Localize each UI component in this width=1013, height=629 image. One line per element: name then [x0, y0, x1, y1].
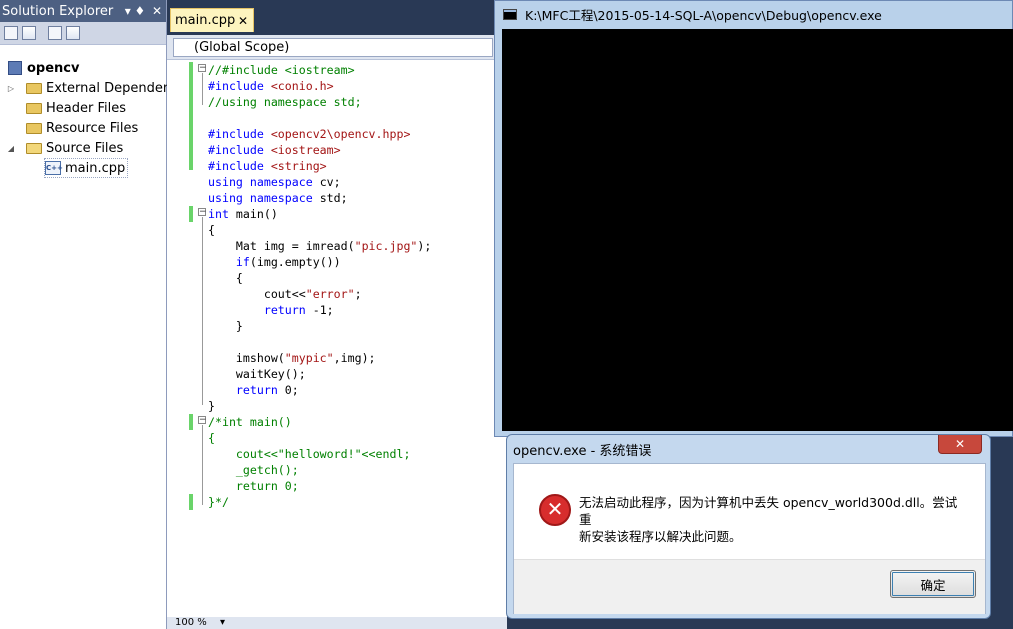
- close-tab-icon[interactable]: ✕: [238, 14, 248, 28]
- tree-item-label: main.cpp: [65, 160, 126, 176]
- code-line: #include <opencv2\opencv.hpp>: [208, 127, 411, 141]
- fold-line: [202, 425, 203, 505]
- tab-label: main.cpp: [175, 13, 236, 28]
- tree-item-label: Resource Files: [46, 120, 139, 136]
- properties-icon[interactable]: [4, 26, 18, 40]
- collapse-arrow-icon[interactable]: ◢: [6, 144, 16, 153]
- tree-item-solution[interactable]: opencv: [8, 58, 80, 78]
- pin-icon[interactable]: ▾ ♦: [122, 4, 148, 18]
- console-output[interactable]: [502, 29, 1013, 431]
- code-line: }: [208, 319, 243, 333]
- tree-item-main-cpp[interactable]: C++ main.cpp: [44, 158, 129, 178]
- code-line: {: [208, 271, 243, 285]
- tree-item-label: Source Files: [46, 140, 124, 156]
- class-diagram-icon[interactable]: [66, 26, 80, 40]
- solution-explorer-toolbar: [0, 22, 166, 45]
- folder-icon: [26, 122, 42, 134]
- zoom-level: 100 %: [175, 617, 207, 628]
- code-line: #include <string>: [208, 159, 327, 173]
- tree-item-header-files[interactable]: Header Files: [26, 98, 126, 118]
- change-bar: [189, 206, 193, 222]
- cpp-file-icon: C++: [45, 161, 63, 175]
- close-icon[interactable]: ✕: [150, 4, 164, 18]
- change-bar: [189, 494, 193, 510]
- dialog-footer: 确定: [514, 559, 985, 614]
- change-bar: [189, 62, 193, 170]
- tree-item-resource-files[interactable]: Resource Files: [26, 118, 138, 138]
- scope-dropdown[interactable]: (Global Scope): [173, 38, 493, 57]
- code-line: /*int main(): [208, 415, 292, 429]
- zoom-indicator[interactable]: 100 % ▾: [167, 617, 507, 629]
- code-line: cout<<"helloword!"<<endl;: [208, 447, 411, 461]
- code-line: waitKey();: [208, 367, 306, 381]
- code-line: using namespace cv;: [208, 175, 341, 189]
- fold-toggle-icon[interactable]: −: [198, 416, 207, 425]
- folder-open-icon: [26, 142, 42, 154]
- navigation-bar: (Global Scope): [167, 35, 507, 60]
- code-line: {: [208, 223, 215, 237]
- error-icon: ✕: [539, 494, 571, 526]
- zoom-dropdown-icon[interactable]: ▾: [220, 617, 225, 628]
- code-editor-pane: main.cpp ✕ (Global Scope) − − − //#inclu…: [167, 0, 507, 629]
- dialog-close-button[interactable]: ✕: [938, 435, 982, 454]
- show-all-files-icon[interactable]: [22, 26, 36, 40]
- code-line: #include <iostream>: [208, 143, 341, 157]
- code-line: int main(): [208, 207, 278, 221]
- dialog-content: ✕ 无法启动此程序，因为计算机中丢失 opencv_world300d.dll。…: [513, 463, 986, 614]
- error-message-line: 无法启动此程序，因为计算机中丢失 opencv_world300d.dll。尝试…: [579, 495, 958, 527]
- console-title: K:\MFC工程\2015-05-14-SQL-A\opencv\Debug\o…: [525, 7, 882, 23]
- console-window: K:\MFC工程\2015-05-14-SQL-A\opencv\Debug\o…: [494, 0, 1013, 437]
- code-line: #include <conio.h>: [208, 79, 334, 93]
- code-line: }*/: [208, 495, 229, 509]
- fold-toggle-icon[interactable]: −: [198, 208, 207, 217]
- console-titlebar[interactable]: K:\MFC工程\2015-05-14-SQL-A\opencv\Debug\o…: [495, 1, 1012, 27]
- document-tab-strip: main.cpp ✕: [167, 0, 507, 35]
- code-line: return 0;: [235, 383, 299, 397]
- folder-icon: [26, 102, 42, 114]
- tree-item-label: Header Files: [46, 100, 126, 116]
- code-line: //using namespace std;: [208, 95, 362, 109]
- error-message: 无法启动此程序，因为计算机中丢失 opencv_world300d.dll。尝试…: [579, 494, 964, 545]
- tab-main-cpp[interactable]: main.cpp ✕: [170, 8, 254, 32]
- code-area[interactable]: − − − //#include <iostream> #include <con…: [167, 60, 507, 617]
- editor-gutter: [167, 60, 189, 617]
- error-message-line: 新安装该程序以解决此问题。: [579, 529, 742, 544]
- fold-line: [202, 73, 203, 105]
- solution-explorer-title: Solution Explorer: [2, 3, 114, 19]
- code-line: //#include <iostream>: [208, 63, 355, 77]
- tree-item-source-files[interactable]: ◢ Source Files: [6, 138, 123, 158]
- code-line: imshow("mypic",img);: [208, 351, 376, 365]
- solution-explorer-panel: Solution Explorer ▾ ♦ ✕ opencv ▷ Externa…: [0, 0, 197, 629]
- code-line: using namespace std;: [208, 191, 348, 205]
- code-line: cout<<"error";: [208, 287, 362, 301]
- code-line: }: [208, 399, 215, 413]
- solution-explorer-titlebar: Solution Explorer ▾ ♦ ✕: [0, 0, 166, 22]
- folder-icon: [26, 82, 42, 94]
- code-line: return 0;: [208, 479, 299, 493]
- code-line: _getch();: [208, 463, 299, 477]
- ok-button[interactable]: 确定: [890, 570, 976, 598]
- code-line: if(img.empty()): [235, 255, 341, 269]
- fold-toggle-icon[interactable]: −: [198, 64, 207, 73]
- console-app-icon: [503, 8, 517, 20]
- solution-icon: [8, 61, 22, 75]
- change-bar: [189, 414, 193, 430]
- expand-arrow-icon[interactable]: ▷: [6, 84, 16, 93]
- fold-line: [202, 217, 203, 405]
- code-line: return -1;: [263, 303, 334, 317]
- code-line: Mat img = imread("pic.jpg");: [208, 239, 432, 253]
- tree-item-label: opencv: [27, 60, 80, 76]
- system-error-dialog: opencv.exe - 系统错误 ✕ ✕ 无法启动此程序，因为计算机中丢失 o…: [506, 434, 991, 619]
- refresh-icon[interactable]: [48, 26, 62, 40]
- code-line: {: [208, 431, 215, 445]
- dialog-title: opencv.exe - 系统错误: [513, 444, 652, 459]
